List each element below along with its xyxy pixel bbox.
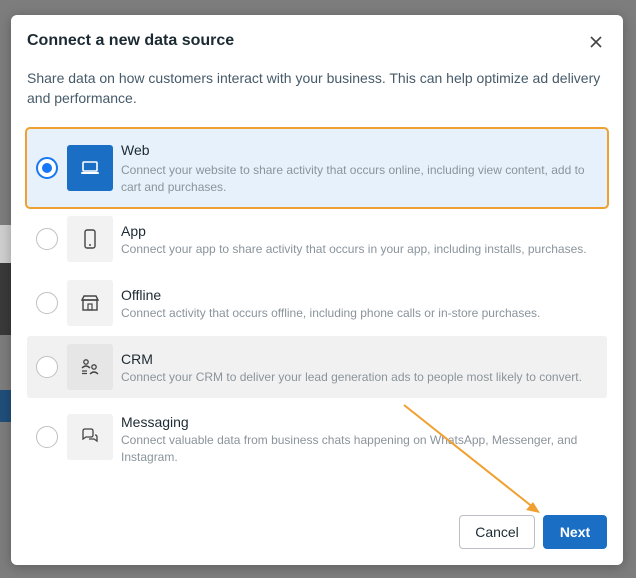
people-sync-icon [67,344,113,390]
option-subtitle: Connect your website to share activity t… [121,163,585,194]
dialog-title: Connect a new data source [27,32,235,49]
store-icon [67,280,113,326]
option-web[interactable]: Web Connect your website to share activi… [25,127,609,209]
connect-data-source-dialog: Connect a new data source Share data on … [11,15,623,565]
option-title: Web [121,142,150,158]
radio-messaging[interactable] [36,426,58,448]
option-title: Messaging [121,414,189,430]
radio-offline[interactable] [36,292,58,314]
close-button[interactable] [585,31,607,53]
option-subtitle: Connect activity that occurs offline, in… [121,306,541,320]
chat-bubbles-icon [67,414,113,460]
option-messaging[interactable]: Messaging Connect valuable data from bus… [27,412,607,472]
option-title: Offline [121,287,162,303]
mobile-phone-icon [67,216,113,262]
option-title: App [121,223,146,239]
laptop-icon [67,145,113,191]
cancel-button[interactable]: Cancel [459,515,535,549]
option-crm[interactable]: CRM Connect your CRM to deliver your lea… [27,336,607,398]
option-title: CRM [121,351,153,367]
radio-web[interactable] [36,157,58,179]
option-app[interactable]: App Connect your app to share activity t… [27,215,607,271]
option-subtitle: Connect valuable data from business chat… [121,433,578,464]
option-offline[interactable]: Offline Connect activity that occurs off… [27,279,607,335]
radio-app[interactable] [36,228,58,250]
close-icon [590,36,602,48]
radio-crm[interactable] [36,356,58,378]
option-subtitle: Connect your CRM to deliver your lead ge… [121,370,582,384]
dialog-description: Share data on how customers interact wit… [27,70,601,106]
option-subtitle: Connect your app to share activity that … [121,242,587,256]
next-button[interactable]: Next [543,515,607,549]
